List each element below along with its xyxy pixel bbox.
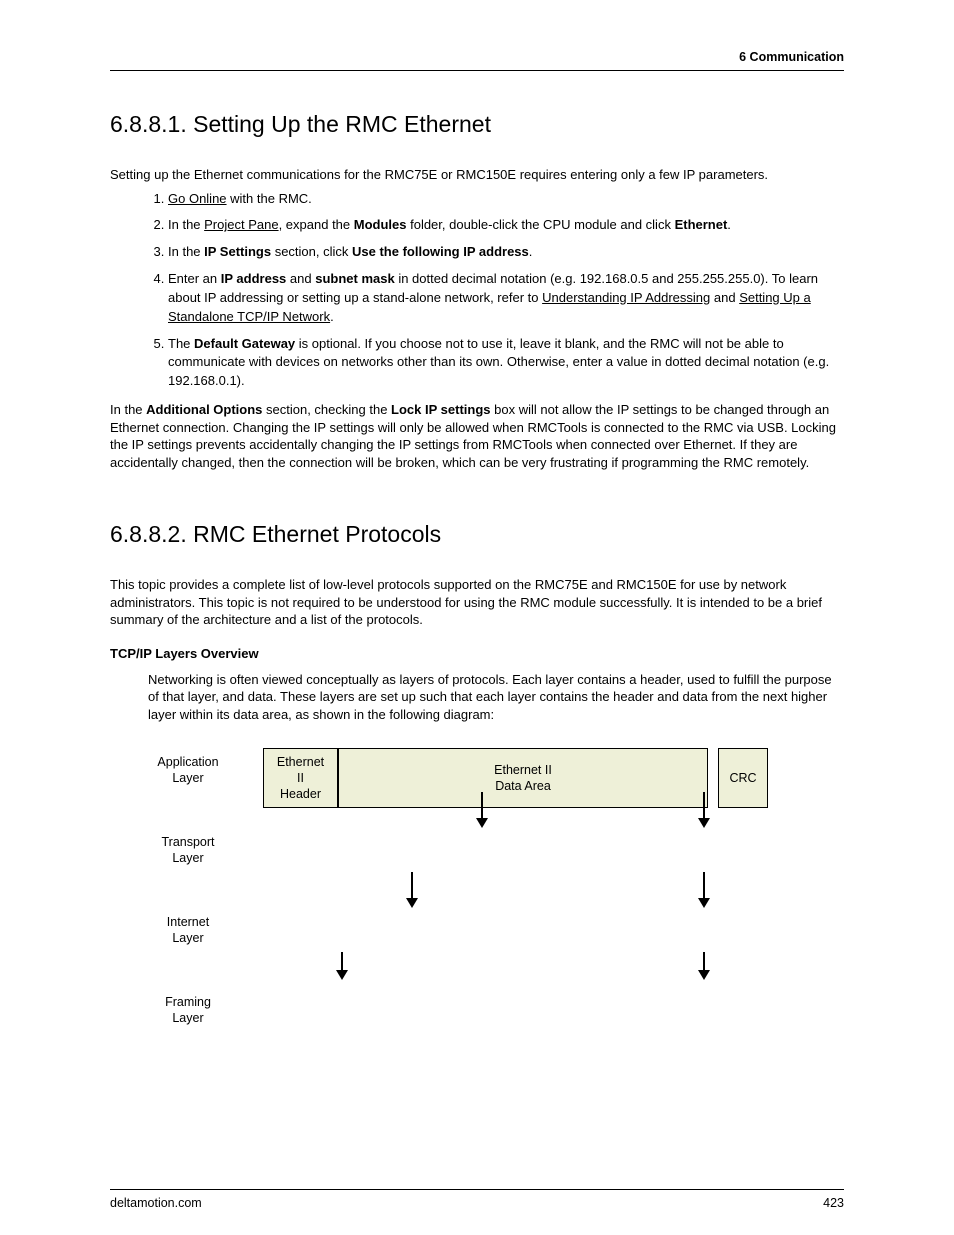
label-internet-layer: InternetLayer [138, 914, 238, 947]
link-go-online[interactable]: Go Online [168, 191, 227, 206]
arrow-icon [696, 872, 712, 908]
link-project-pane[interactable]: Project Pane [204, 217, 278, 232]
label-framing-layer: FramingLayer [138, 994, 238, 1027]
arrow-icon [474, 792, 490, 828]
box-ethernet-data: Ethernet IIData Area [338, 748, 708, 808]
heading-setting-up: 6.8.8.1. Setting Up the RMC Ethernet [110, 111, 844, 138]
bold-use-following-ip: Use the following IP address [352, 244, 529, 259]
bold-additional-options: Additional Options [146, 402, 262, 417]
bold-ethernet: Ethernet [675, 217, 728, 232]
box-ethernet-header: EthernetIIHeader [263, 748, 338, 808]
bold-ip-address: IP address [221, 271, 287, 286]
layers-description: Networking is often viewed conceptually … [148, 671, 844, 724]
page-footer: deltamotion.com 423 [110, 1189, 844, 1210]
box-crc: CRC [718, 748, 768, 808]
bold-default-gateway: Default Gateway [194, 336, 295, 351]
arrow-icon [404, 872, 420, 908]
bold-modules: Modules [354, 217, 407, 232]
tcpip-layers-diagram: ApplicationLayer TransportLayer Internet… [138, 748, 778, 1068]
step-5: The Default Gateway is optional. If you … [168, 335, 844, 392]
label-application-layer: ApplicationLayer [138, 754, 238, 787]
bold-subnet-mask: subnet mask [315, 271, 394, 286]
arrow-icon [696, 952, 712, 980]
footer-domain: deltamotion.com [110, 1196, 202, 1210]
bold-ip-settings: IP Settings [204, 244, 271, 259]
arrow-icon [334, 952, 350, 980]
heading-protocols: 6.8.8.2. RMC Ethernet Protocols [110, 521, 844, 548]
step-3: In the IP Settings section, click Use th… [168, 243, 844, 262]
step-1: Go Online with the RMC. [168, 190, 844, 209]
bold-lock-ip: Lock IP settings [391, 402, 490, 417]
additional-options-paragraph: In the Additional Options section, check… [110, 401, 844, 471]
subheading-tcpip-layers: TCP/IP Layers Overview [110, 645, 844, 663]
arrow-icon [696, 792, 712, 828]
footer-page-number: 423 [823, 1196, 844, 1210]
label-transport-layer: TransportLayer [138, 834, 238, 867]
page-header: 6 Communication [110, 50, 844, 71]
protocols-intro: This topic provides a complete list of l… [110, 576, 844, 629]
link-understanding-ip[interactable]: Understanding IP Addressing [542, 290, 710, 305]
step-4: Enter an IP address and subnet mask in d… [168, 270, 844, 327]
intro-paragraph: Setting up the Ethernet communications f… [110, 166, 844, 184]
step-2: In the Project Pane, expand the Modules … [168, 216, 844, 235]
